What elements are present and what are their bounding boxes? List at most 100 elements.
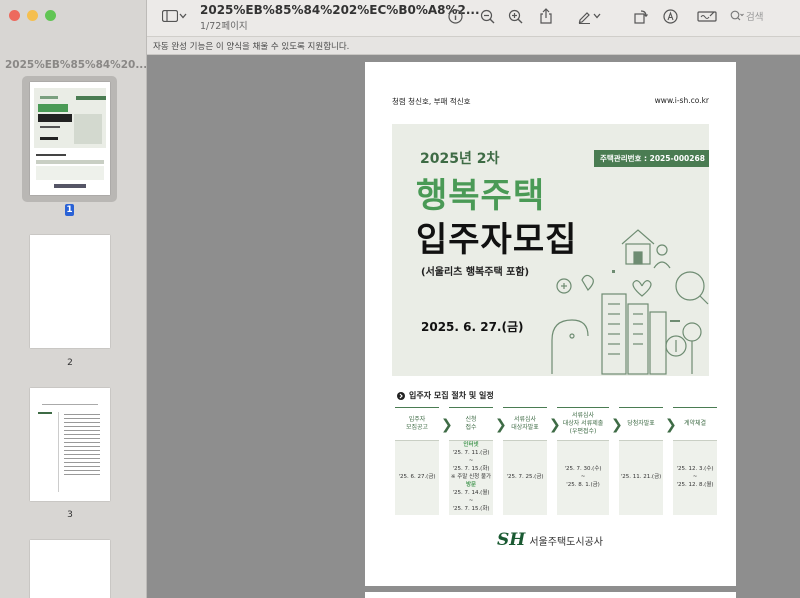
- step-header: 당첨자발표: [619, 407, 663, 441]
- step-document-review: 서류심사 대상자발표 '25. 7. 25.(금): [503, 407, 547, 517]
- thumbnail-page-4[interactable]: [30, 540, 110, 598]
- step-header-line2: 접수: [465, 424, 477, 431]
- step-winner-announcement: 당첨자발표 '25. 11. 21.(금): [619, 407, 663, 517]
- share-button[interactable]: [535, 5, 557, 27]
- step-body: 인터넷 '25. 7. 11.(금) ~ '25. 7. 15.(화) ※ 주말…: [449, 441, 493, 515]
- step-date-separator: ~: [468, 458, 474, 465]
- poster-subtitle: (서울리츠 행복주택 포함): [421, 267, 530, 278]
- step-header-line1: 서류심사: [571, 412, 595, 420]
- step-date: '25. 12. 3.(수): [676, 466, 714, 473]
- step-date: '25. 7. 14.(월): [452, 489, 490, 496]
- thumbnail-sidebar: 2025%EB%85%84%20... 1 2 3: [0, 0, 147, 598]
- step-body: '25. 12. 3.(수) ~ '25. 12. 8.(월): [673, 441, 717, 515]
- step-document-submission: 서류심사 대상자 서류제출 (우편접수) '25. 7. 30.(수) ~ '2…: [557, 407, 609, 517]
- signature-button[interactable]: [695, 5, 719, 27]
- step-header-line2: 대상자 서류제출: [562, 420, 604, 428]
- search-icon: [730, 10, 744, 21]
- page-number-2: 2: [67, 358, 73, 368]
- step-note: ※ 주말 신청 불가: [450, 474, 492, 481]
- step-header-line2: 모집공고: [405, 424, 429, 431]
- page-number-3: 3: [67, 510, 73, 520]
- window-controls: [9, 10, 56, 21]
- step-body: '25. 7. 30.(수) ~ '25. 8. 1.(금): [557, 441, 609, 515]
- process-schedule: 입주자 모집공고 '25. 6. 27.(금) ❯ 신청 접수 인터넷 '25.…: [395, 407, 717, 517]
- visit-label: 방문: [465, 481, 477, 488]
- step-header-line3: (우편접수): [569, 427, 597, 435]
- page-count: 1/72페이지: [200, 21, 248, 32]
- toolbar: 2025%EB%85%84%202%EC%B0%A8%2... 1/72페이지: [147, 0, 800, 36]
- poster-title-line1: 행복주택: [416, 176, 546, 216]
- poster-date: 2025. 6. 27.(금): [421, 320, 524, 334]
- highlight-icon: [662, 8, 678, 24]
- thumbnail-page-1[interactable]: [30, 82, 110, 195]
- zoom-in-icon: [508, 9, 522, 23]
- step-date-separator: ~: [692, 474, 698, 481]
- highlight-button[interactable]: [659, 5, 681, 27]
- step-header-line1: 서류심사: [513, 416, 537, 424]
- step-header: 입주자 모집공고: [395, 407, 439, 441]
- close-window-button[interactable]: [9, 10, 20, 21]
- info-button[interactable]: [444, 5, 466, 27]
- step-application: 신청 접수 인터넷 '25. 7. 11.(금) ~ '25. 7. 15.(화…: [449, 407, 493, 517]
- zoom-window-button[interactable]: [45, 10, 56, 21]
- step-date: '25. 7. 25.(금): [506, 474, 544, 481]
- thumbnail-page-3[interactable]: [30, 388, 110, 501]
- step-header-line1: 신청: [465, 416, 477, 424]
- share-icon: [540, 8, 552, 24]
- step-announcement: 입주자 모집공고 '25. 6. 27.(금): [395, 407, 439, 517]
- zoom-out-icon: [480, 9, 494, 23]
- rotate-icon: [633, 9, 648, 24]
- minimize-window-button[interactable]: [27, 10, 38, 21]
- step-date: '25. 7. 15.(화): [452, 505, 490, 512]
- sh-logo-mark: SH: [497, 530, 526, 550]
- housing-number-badge: 주택관리번호 : 2025-000268: [594, 150, 709, 167]
- chevron-down-icon: [593, 13, 601, 19]
- thumbnail-page-3-preview: [38, 404, 100, 492]
- document-page-2: [365, 592, 736, 598]
- zoom-in-button[interactable]: [504, 5, 526, 27]
- zoom-out-button[interactable]: [476, 5, 498, 27]
- thumbnail-page-1-preview: [34, 88, 106, 188]
- step-header: 서류심사 대상자 서류제출 (우편접수): [557, 407, 609, 441]
- step-header-line1: 입주자: [408, 416, 426, 424]
- window-title: 2025%EB%85%84%202%EC%B0%A8%2...: [200, 3, 480, 17]
- step-body: '25. 7. 25.(금): [503, 441, 547, 515]
- announcement-poster: 주택관리번호 : 2025-000268 2025년 2차 행복주택 입주자모집…: [392, 124, 709, 376]
- sh-logo: SH 서울주택도시공사: [497, 530, 603, 550]
- autofill-notice-bar: 자동 완성 기능은 이 양식을 채울 수 있도록 지원합니다.: [147, 36, 800, 55]
- step-body: '25. 11. 21.(금): [619, 441, 663, 515]
- markup-options-button[interactable]: [591, 5, 603, 27]
- step-header-line1: 계약체결: [683, 420, 707, 428]
- signature-icon: [697, 11, 717, 22]
- step-body: '25. 6. 27.(금): [395, 441, 439, 515]
- page-header-website: www.i-sh.co.kr: [654, 96, 709, 105]
- step-header-line1: 당첨자발표: [627, 420, 655, 428]
- bullet-arrow-icon: [397, 391, 405, 400]
- search-field[interactable]: 검색: [730, 7, 796, 25]
- search-placeholder: 검색: [746, 12, 764, 23]
- thumbnail-page-2[interactable]: [30, 235, 110, 348]
- step-date: '25. 7. 15.(화): [452, 466, 490, 473]
- online-label: 인터넷: [463, 442, 479, 449]
- info-icon: [447, 8, 463, 24]
- step-date-separator: ~: [580, 474, 586, 481]
- step-contract: 계약체결 '25. 12. 3.(수) ~ '25. 12. 8.(월): [673, 407, 717, 517]
- process-title-text: 입주자 모집 절차 및 일정: [409, 391, 494, 400]
- step-header: 신청 접수: [449, 407, 493, 441]
- process-title: 입주자 모집 절차 및 일정: [397, 390, 494, 401]
- step-date: '25. 8. 1.(금): [566, 481, 600, 488]
- sidebar-icon: [162, 10, 178, 22]
- rotate-button[interactable]: [629, 5, 651, 27]
- poster-round: 2025년 2차: [420, 151, 500, 167]
- step-date: '25. 12. 8.(월): [676, 481, 714, 488]
- step-header: 계약체결: [673, 407, 717, 441]
- page-header-slogan: 청렴 청신호, 부패 적신호: [392, 97, 471, 106]
- city-housing-illustration: [551, 229, 709, 375]
- markup-pen-icon: [578, 11, 590, 24]
- step-header: 서류심사 대상자발표: [503, 407, 547, 441]
- sidebar-options-button[interactable]: [177, 5, 189, 27]
- step-date-separator: ~: [468, 497, 474, 504]
- document-page-1: 청렴 청신호, 부패 적신호 www.i-sh.co.kr 주택관리번호 : 2…: [365, 62, 736, 586]
- step-date: '25. 6. 27.(금): [398, 474, 436, 481]
- sidebar-document-label: 2025%EB%85%84%20...: [5, 59, 147, 71]
